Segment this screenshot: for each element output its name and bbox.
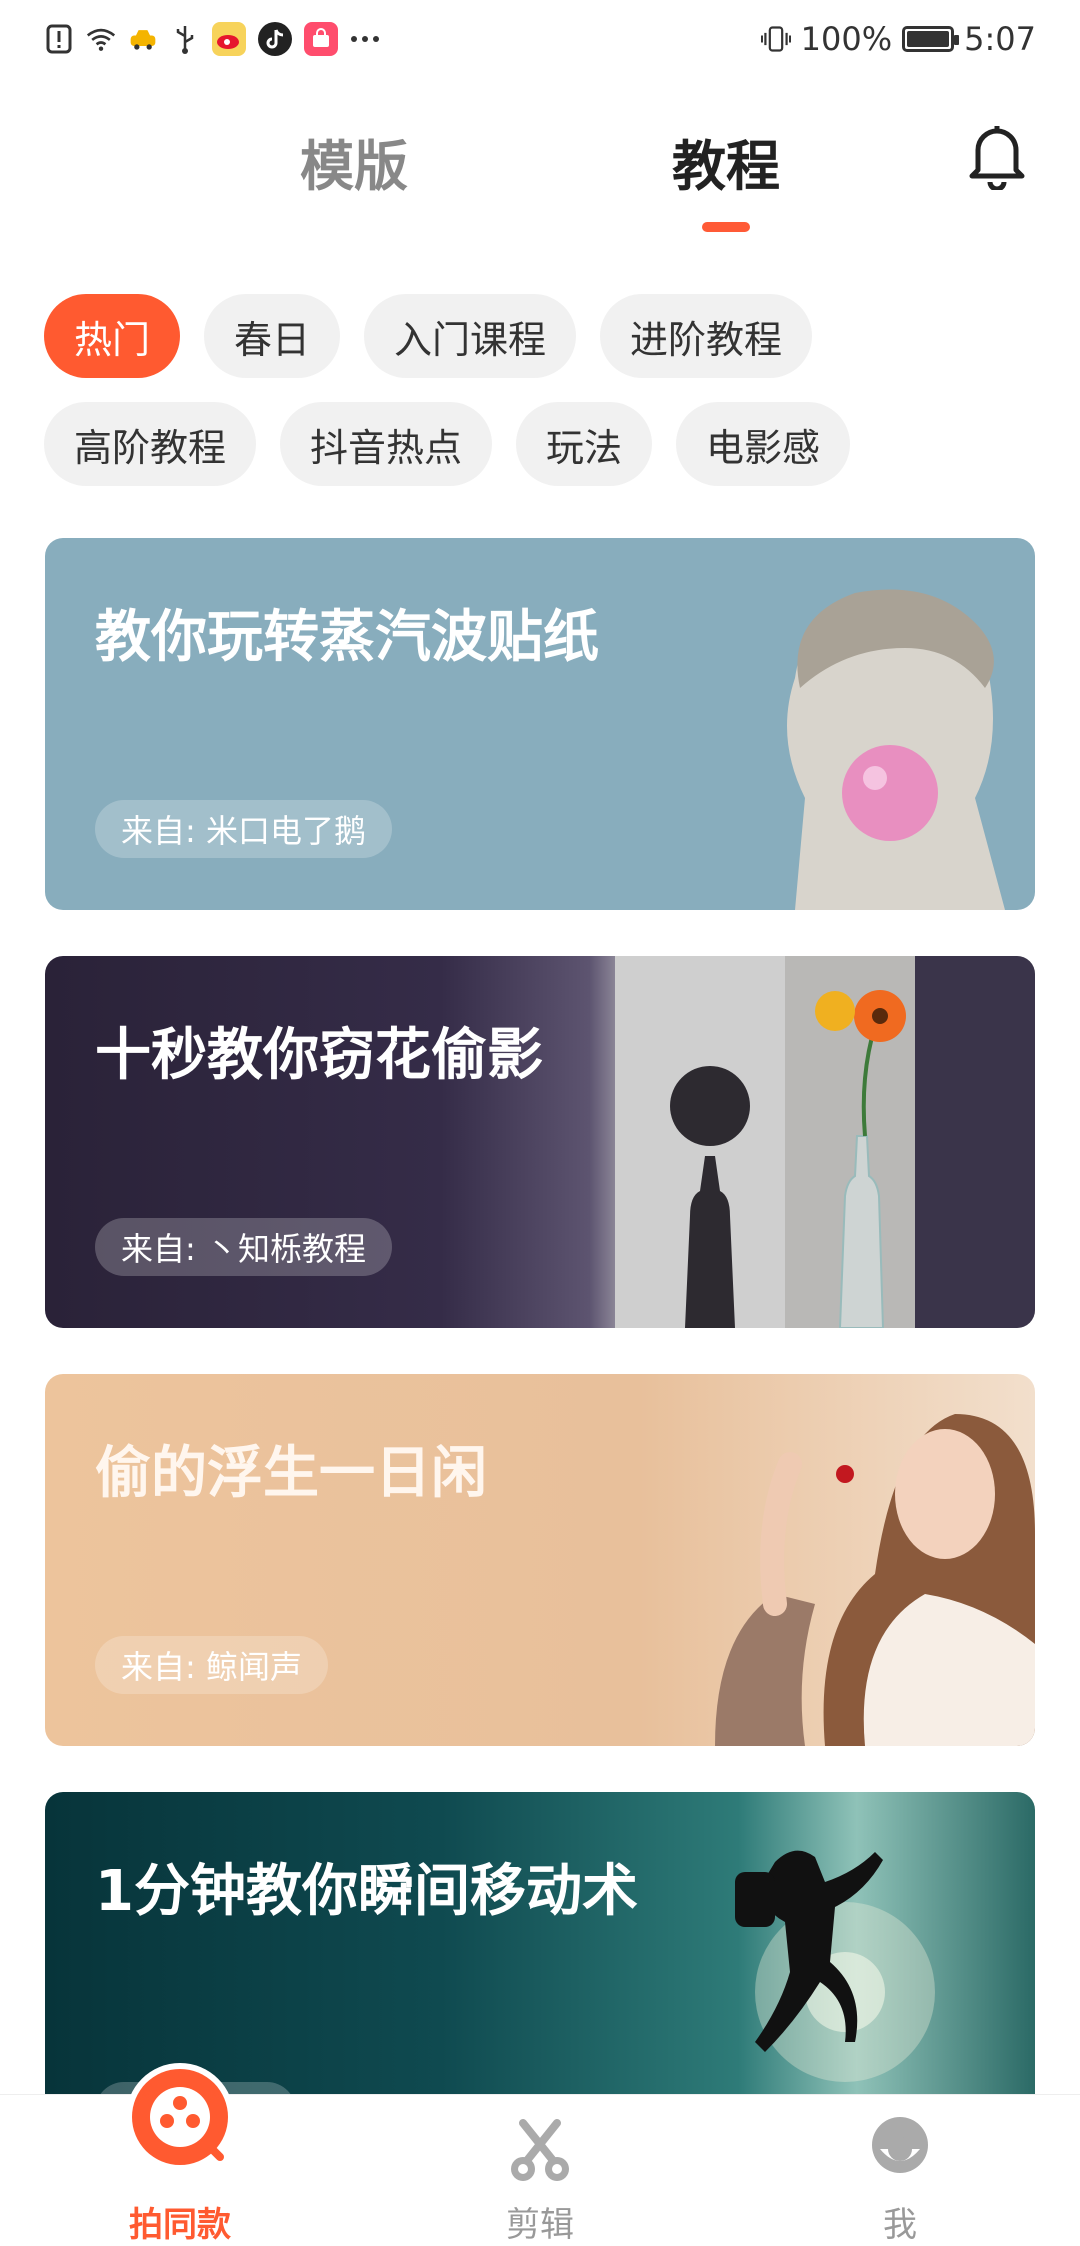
tab-templates[interactable]: 模版 [300, 122, 408, 201]
chip-row-1: 热门 春日 入门课程 进阶教程 [44, 294, 1044, 378]
tutorial-card[interactable]: 偷的浮生一日闲 来自: 鲸闻声 [45, 1374, 1035, 1746]
chip-cinematic[interactable]: 电影感 [676, 402, 851, 486]
clock: 5:07 [964, 20, 1036, 58]
tab-tutorials[interactable]: 教程 [672, 122, 780, 201]
scissors-icon [511, 2119, 569, 2181]
taxi-icon [128, 24, 158, 54]
category-chips: 热门 春日 入门课程 进阶教程 高阶教程 抖音热点 玩法 电影感 [44, 294, 1044, 510]
tutorial-source: 来自: 丶知栎教程 [95, 1218, 392, 1276]
status-right: 100% 5:07 [760, 20, 1036, 58]
tutorial-title: 教你玩转蒸汽波贴纸 [95, 605, 599, 670]
profile-icon [872, 2117, 928, 2173]
battery-icon [902, 26, 960, 52]
bottom-nav: 拍同款 剪辑 我 [0, 2063, 1080, 2245]
chip-intermediate[interactable]: 进阶教程 [600, 294, 813, 378]
usb-icon [170, 24, 200, 54]
chip-advanced[interactable]: 高阶教程 [44, 402, 257, 486]
reel-icon [126, 2063, 234, 2171]
tutorial-card[interactable]: 教你玩转蒸汽波贴纸 来自: 米口电了鹅 [45, 538, 1035, 910]
battery-percent: 100% [800, 20, 893, 58]
alert-icon [44, 24, 74, 54]
wifi-icon [86, 24, 116, 54]
chip-hot[interactable]: 热门 [44, 294, 181, 378]
chip-gameplay[interactable]: 玩法 [516, 402, 653, 486]
active-tab-indicator [702, 222, 750, 232]
tutorial-card[interactable]: 十秒教你窃花偷影 来自: 丶知栎教程 [45, 956, 1035, 1328]
bell-icon[interactable] [964, 120, 1030, 192]
nav-label: 我 [883, 2205, 917, 2245]
top-header: 模版 教程 [0, 84, 1080, 234]
nav-label: 剪辑 [506, 2205, 574, 2245]
chip-row-2: 高阶教程 抖音热点 玩法 电影感 [44, 402, 1044, 486]
chip-douyin-trending[interactable]: 抖音热点 [280, 402, 493, 486]
tutorial-title: 偷的浮生一日闲 [95, 1441, 487, 1506]
weibo-icon [212, 22, 246, 56]
chip-spring[interactable]: 春日 [204, 294, 341, 378]
more-icon [350, 24, 380, 54]
tutorial-title: 十秒教你窃花偷影 [95, 1023, 543, 1088]
nav-label: 拍同款 [129, 2205, 231, 2245]
tutorial-source: 来自: 鲸闻声 [95, 1636, 328, 1694]
woman-portrait-image [715, 1414, 1035, 1746]
statue-bubblegum-image [787, 589, 1005, 910]
chip-beginner[interactable]: 入门课程 [364, 294, 577, 378]
tutorial-title: 1分钟教你瞬间移动术 [95, 1859, 638, 1924]
bag-icon [304, 22, 338, 56]
status-left-icons [44, 22, 380, 56]
tutorial-list: 教你玩转蒸汽波贴纸 来自: 米口电了鹅 十秒教你窃花偷影 来自: 丶知栎教程 偷… [45, 538, 1035, 2210]
tiktok-icon [258, 22, 292, 56]
vibrate-icon [760, 24, 791, 54]
tutorial-source: 来自: 米口电了鹅 [95, 800, 392, 858]
flower-vase-image [615, 956, 1035, 1328]
battery-fill [907, 31, 950, 47]
status-bar: 100% 5:07 [0, 0, 1080, 84]
